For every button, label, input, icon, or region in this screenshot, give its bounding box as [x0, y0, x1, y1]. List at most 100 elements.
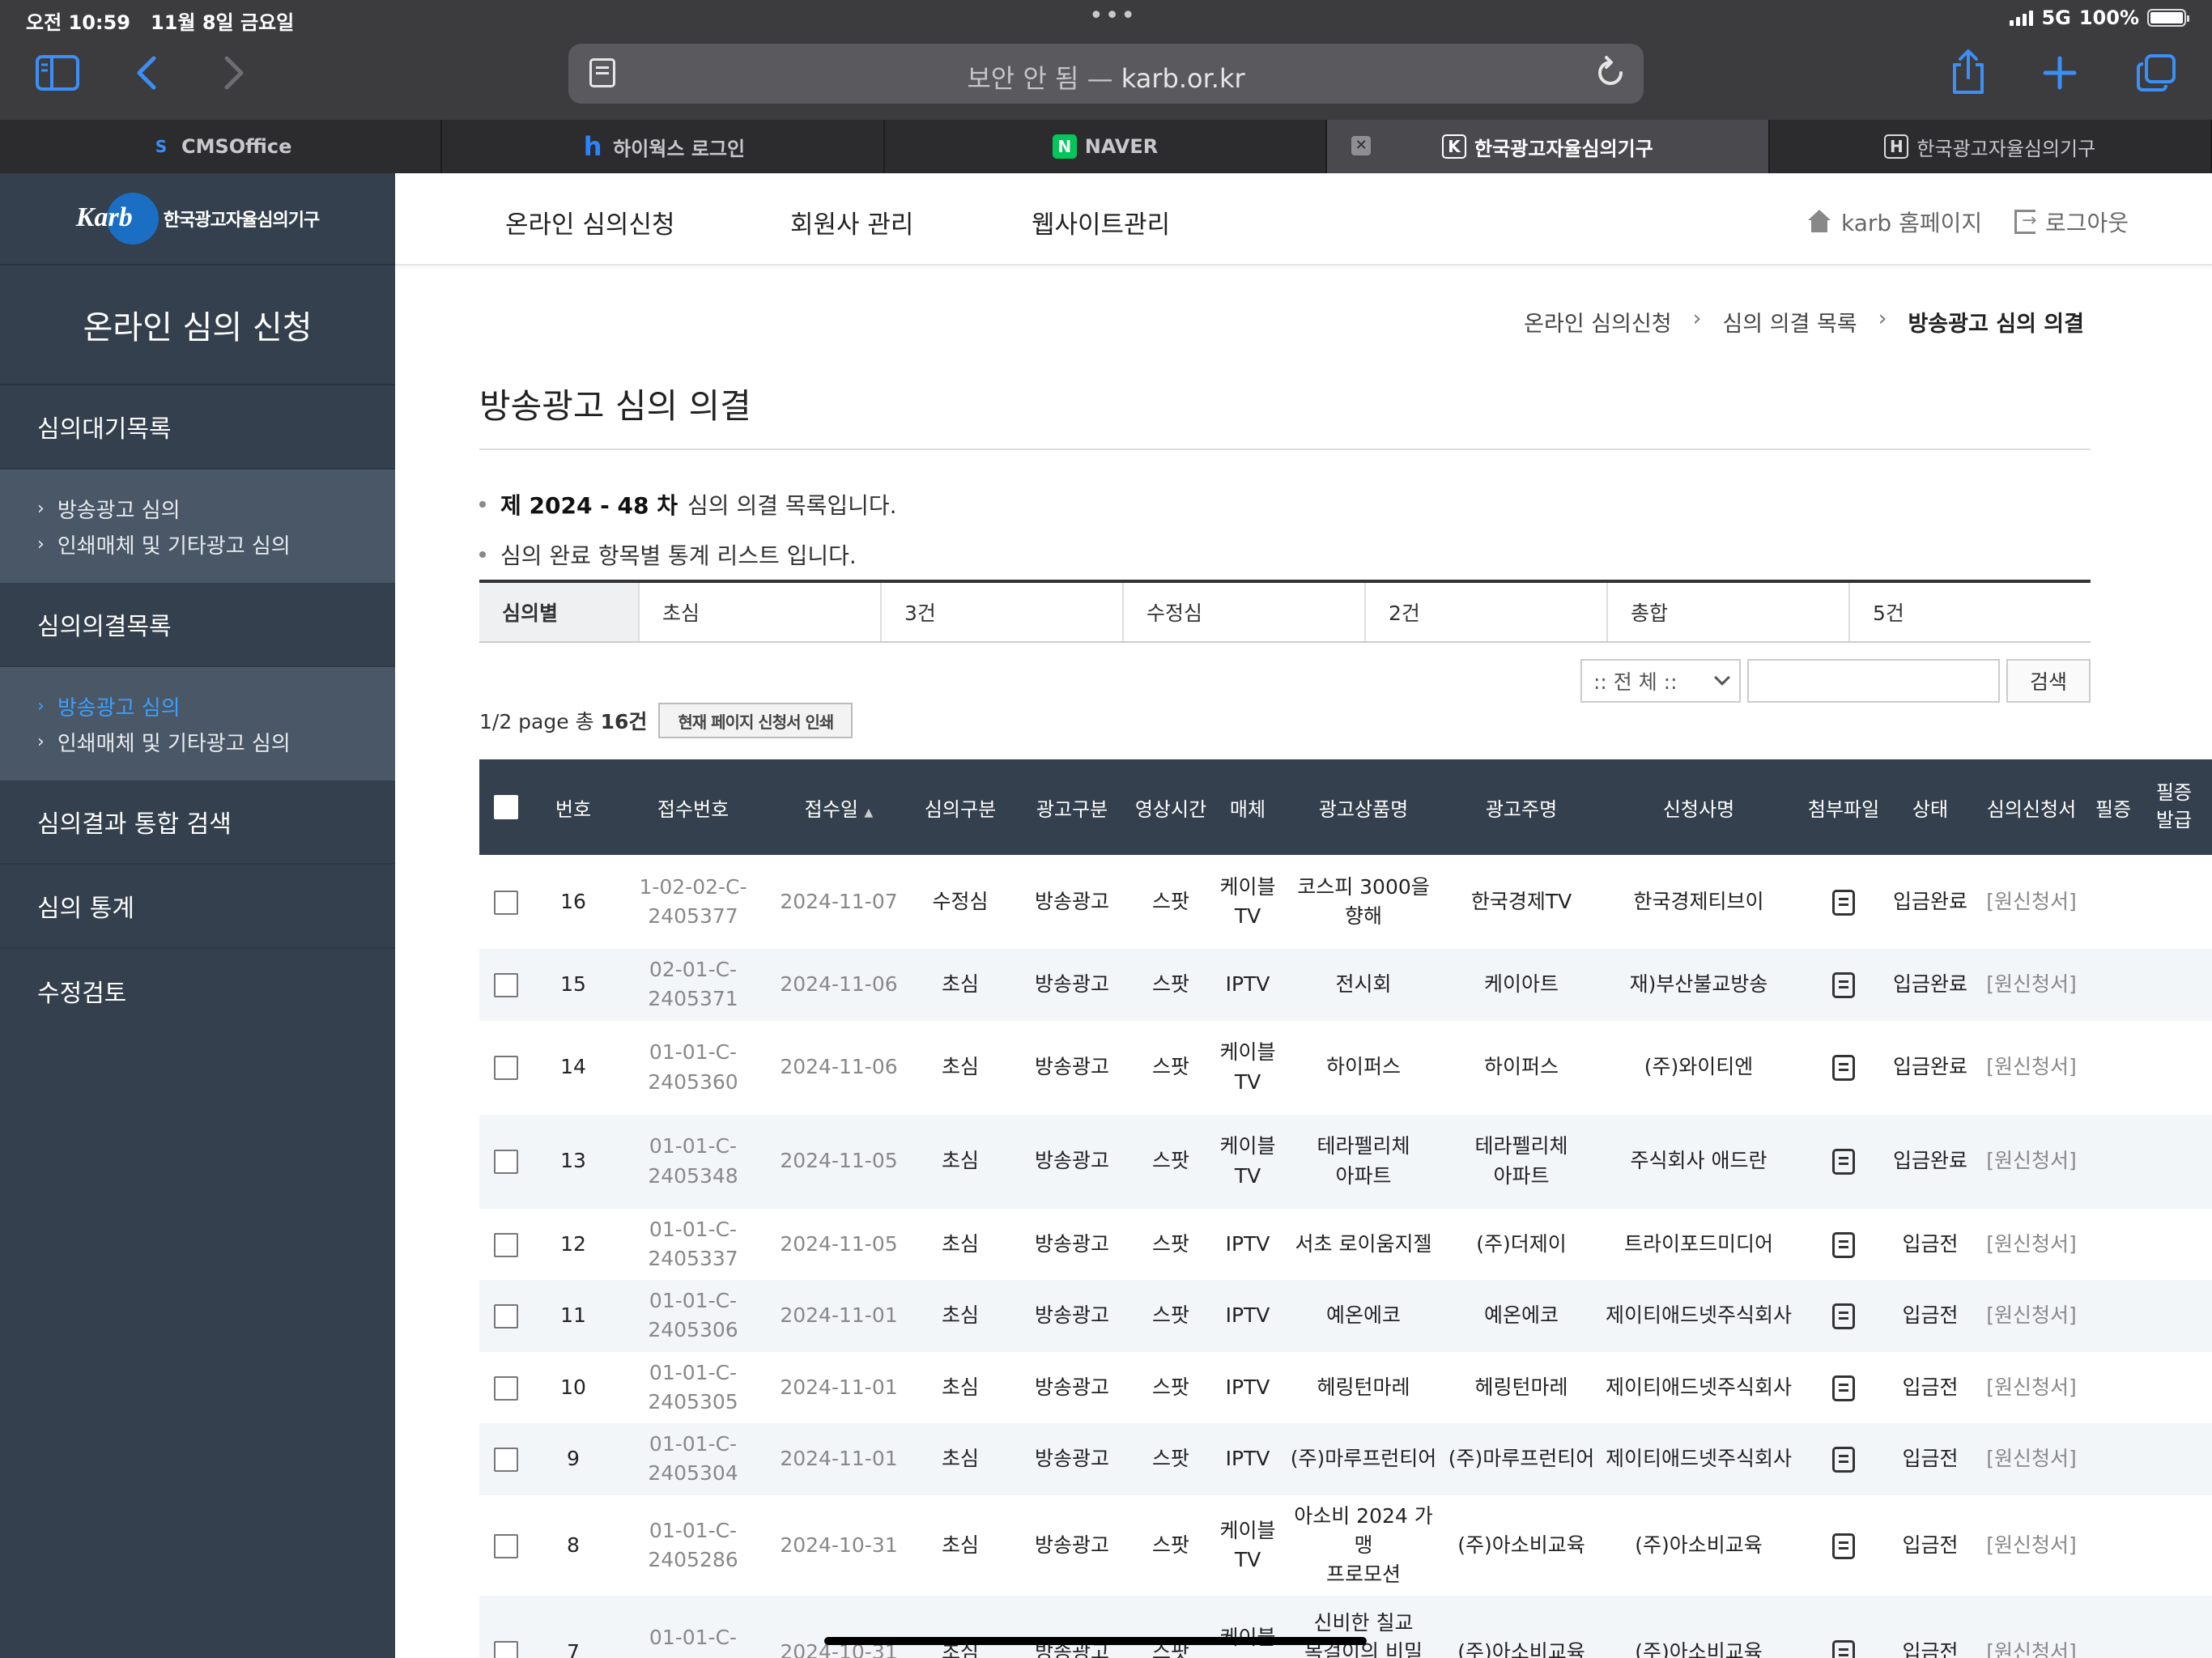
table-row[interactable]: 8 01-01-C-2405286 2024-10-31 초심 방송광고 스팟 케이블 TV… — [479, 1495, 2212, 1596]
row-select-cell[interactable] — [479, 1021, 533, 1115]
nav-website-management[interactable]: 웹사이트관리 — [1032, 204, 1170, 240]
table-row[interactable]: 13 01-01-C-2405348 2024-11-05 초심 방송광고 스팟 케이블 T… — [479, 1114, 2212, 1209]
table-row[interactable]: 14 01-01-C-2405360 2024-11-06 초심 방송광고 스팟 케이블 T… — [479, 1021, 2212, 1115]
row-checkbox[interactable] — [494, 1375, 518, 1401]
row-checkbox[interactable] — [494, 973, 518, 998]
attachment-file-icon[interactable] — [1832, 1149, 1855, 1175]
attachment-file-icon[interactable] — [1832, 1303, 1855, 1330]
cell-attachment[interactable] — [1799, 1596, 1888, 1658]
cell-attachment[interactable] — [1799, 855, 1888, 949]
search-category-select[interactable]: :: 전 체 :: — [1580, 659, 1741, 703]
row-select-cell[interactable] — [479, 1596, 533, 1658]
col-video-length[interactable]: 영상시간 — [1129, 759, 1213, 855]
reload-icon[interactable] — [1595, 55, 1626, 97]
sidebar-subitem-broadcast[interactable]: › 방송광고 심의 — [37, 491, 395, 526]
breadcrumb-item[interactable]: 온라인 심의신청 — [1524, 306, 1671, 338]
attachment-file-icon[interactable] — [1832, 1640, 1855, 1658]
karb-home-link[interactable]: karb 홈페이지 — [1807, 206, 1982, 238]
tab-karb-2[interactable]: H 한국광고자율심의기구 — [1770, 120, 2212, 173]
col-advertiser[interactable]: 광고주명 — [1444, 759, 1598, 855]
row-checkbox[interactable] — [494, 1150, 518, 1175]
col-ad-type[interactable]: 광고구분 — [1015, 759, 1129, 855]
cell-original-form-link[interactable]: [원신청서] — [1972, 1021, 2091, 1115]
cell-attachment[interactable] — [1799, 1114, 1888, 1209]
cell-attachment[interactable] — [1799, 1209, 1888, 1281]
row-checkbox[interactable] — [494, 890, 518, 915]
new-tab-icon[interactable] — [2042, 55, 2078, 97]
col-applicant[interactable]: 신청사명 — [1598, 759, 1799, 855]
table-row[interactable]: 10 01-01-C-2405305 2024-11-01 초심 방송광고 스팟 IPTV 헤… — [479, 1352, 2212, 1424]
forward-icon[interactable] — [222, 55, 246, 97]
karb-logo[interactable]: Karb 한국광고자율심의기구 — [0, 173, 395, 266]
url-text[interactable]: 보안 안 됨 — karb.or.kr — [568, 58, 1644, 96]
cell-receipt-no[interactable]: 01-01-C-2405360 — [614, 1021, 772, 1115]
attachment-file-icon[interactable] — [1832, 1055, 1855, 1082]
cell-receipt-no[interactable]: 01-01-C-2405348 — [614, 1114, 772, 1209]
cell-original-form-link[interactable]: [원신청서] — [1972, 855, 2091, 949]
cell-attachment[interactable] — [1799, 1280, 1888, 1352]
cell-original-form-link[interactable]: [원신청서] — [1972, 949, 2091, 1021]
nav-member-management[interactable]: 회원사 관리 — [790, 204, 913, 240]
col-review-type[interactable]: 심의구분 — [905, 759, 1015, 855]
cell-attachment[interactable] — [1799, 1495, 1888, 1596]
cell-receipt-no[interactable]: 02-01-C-2405371 — [614, 949, 772, 1021]
cell-attachment[interactable] — [1799, 1423, 1888, 1495]
col-number[interactable]: 번호 — [533, 759, 614, 855]
cell-receipt-no[interactable]: 01-01-C-2405305 — [614, 1352, 772, 1424]
tab-close-icon[interactable]: ✕ — [1351, 136, 1372, 155]
sidebar-subitem-print[interactable]: › 인쇄매체 및 기타광고 심의 — [37, 526, 395, 562]
col-certificate[interactable]: 필증 — [2091, 759, 2136, 855]
cell-original-form-link[interactable]: [원신청서] — [1972, 1495, 2091, 1596]
search-button[interactable]: 검색 — [2006, 659, 2091, 703]
sidebar-item-statistics[interactable]: 심의 통계 — [0, 865, 395, 949]
cell-attachment[interactable] — [1799, 949, 1888, 1021]
cell-receipt-no[interactable]: 01-01-C-2405337 — [614, 1209, 772, 1281]
tab-hiworks[interactable]: h 하이웍스 로그인 — [442, 120, 885, 173]
row-select-cell[interactable] — [479, 1423, 533, 1495]
cell-receipt-no[interactable]: 01-01-C-2405285 — [614, 1596, 772, 1658]
sort-asc-icon[interactable]: ▲ — [865, 806, 874, 819]
sidebar-item-integrated-search[interactable]: 심의결과 통합 검색 — [0, 780, 395, 865]
table-row[interactable]: 11 01-01-C-2405306 2024-11-01 초심 방송광고 스팟 IPTV 예… — [479, 1280, 2212, 1352]
cell-original-form-link[interactable]: [원신청서] — [1972, 1596, 2091, 1658]
col-certificate-issue[interactable]: 필증 발급 — [2136, 759, 2212, 855]
select-all-header[interactable] — [479, 759, 533, 855]
cell-receipt-no[interactable]: 01-01-C-2405304 — [614, 1423, 772, 1495]
sidebar-item-pending-list[interactable]: 심의대기목록 — [0, 385, 395, 470]
col-application-form[interactable]: 심의신청서 — [1972, 759, 2091, 855]
row-checkbox[interactable] — [494, 1448, 518, 1473]
col-media[interactable]: 매체 — [1213, 759, 1283, 855]
tab-karb-active[interactable]: ✕ K 한국광고자율심의기구 — [1327, 120, 1770, 173]
back-icon[interactable] — [134, 55, 159, 97]
cell-original-form-link[interactable]: [원신청서] — [1972, 1423, 2091, 1495]
row-select-cell[interactable] — [479, 1495, 533, 1596]
row-select-cell[interactable] — [479, 949, 533, 1021]
table-row[interactable]: 9 01-01-C-2405304 2024-11-01 초심 방송광고 스팟 IPTV (주… — [479, 1423, 2212, 1495]
address-bar[interactable]: 보안 안 됨 — karb.or.kr — [568, 44, 1644, 104]
cell-original-form-link[interactable]: [원신청서] — [1972, 1209, 2091, 1281]
cell-attachment[interactable] — [1799, 1021, 1888, 1115]
row-checkbox[interactable] — [494, 1533, 518, 1558]
breadcrumb-item[interactable]: 심의 의결 목록 — [1722, 306, 1857, 338]
cell-original-form-link[interactable]: [원신청서] — [1972, 1114, 2091, 1209]
row-select-cell[interactable] — [479, 1209, 533, 1281]
tab-naver[interactable]: N NAVER — [885, 120, 1328, 173]
sidebar-subitem-broadcast-active[interactable]: › 방송광고 심의 — [37, 688, 395, 724]
attachment-file-icon[interactable] — [1832, 1375, 1855, 1401]
logout-link[interactable]: 로그아웃 — [2014, 206, 2129, 238]
row-select-cell[interactable] — [479, 1352, 533, 1424]
cell-receipt-no[interactable]: 01-01-C-2405306 — [614, 1280, 772, 1352]
tab-cmsoffice[interactable]: S CMSOffice — [0, 120, 443, 173]
col-receipt-no[interactable]: 접수번호 — [614, 759, 772, 855]
attachment-file-icon[interactable] — [1832, 1447, 1855, 1473]
cell-receipt-no[interactable]: 01-01-C-2405286 — [614, 1495, 772, 1596]
sidebar-item-revision-review[interactable]: 수정검토 — [0, 949, 395, 1033]
cell-receipt-no[interactable]: 1-02-02-C-2405377 — [614, 855, 772, 949]
sidebar-subitem-print[interactable]: › 인쇄매체 및 기타광고 심의 — [37, 724, 395, 759]
attachment-file-icon[interactable] — [1832, 1533, 1855, 1559]
row-checkbox[interactable] — [494, 1304, 518, 1329]
col-status[interactable]: 상태 — [1888, 759, 1972, 855]
share-icon[interactable] — [1950, 49, 1987, 102]
row-select-cell[interactable] — [479, 1280, 533, 1352]
table-row[interactable]: 15 02-01-C-2405371 2024-11-06 초심 방송광고 스팟 IPTV 전… — [479, 949, 2212, 1021]
